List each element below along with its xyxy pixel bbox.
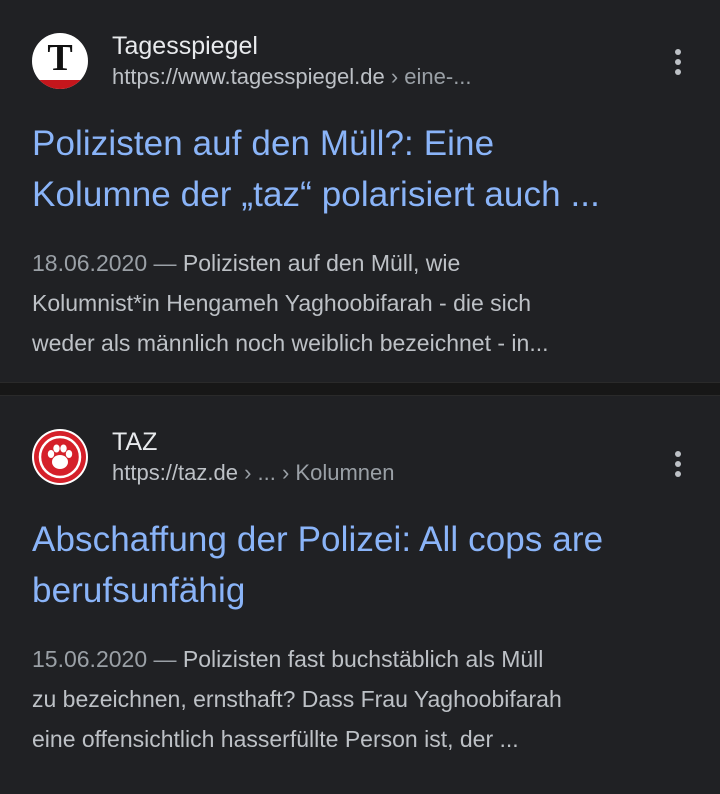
title-line: Abschaffung der Polizei: All cops are xyxy=(32,520,604,559)
result-date: 15.06.2020 xyxy=(32,646,148,672)
title-line: Polizisten auf den Müll?: Eine xyxy=(32,124,495,163)
result-date: 18.06.2020 xyxy=(32,250,148,276)
more-vertical-icon-dot xyxy=(675,471,681,477)
snippet-line: Kolumnist*in Hengameh Yaghoobifarah - di… xyxy=(32,290,532,316)
snippet-line: Polizisten fast buchstäblich als Müll xyxy=(182,646,544,672)
source-text: Tagesspiegel https://www.tagesspiegel.de… xyxy=(112,30,688,92)
snippet-line: zu bezeichnen, ernsthaft? Dass Frau Yagh… xyxy=(32,686,562,712)
more-vertical-icon-dot xyxy=(675,461,681,467)
result-divider xyxy=(0,382,720,396)
date-separator: — xyxy=(147,250,183,276)
snippet-line: weder als männlich noch weiblich bezeich… xyxy=(32,330,549,356)
result-title-link[interactable]: Abschaffung der Polizei: All cops are be… xyxy=(32,514,688,616)
url-domain: https://www.tagesspiegel.de xyxy=(112,64,385,89)
url-domain: https://taz.de xyxy=(112,460,238,485)
taz-paw-logo-icon xyxy=(32,429,88,485)
result-snippet: 18.06.2020 — Polizisten auf den Müll, wi… xyxy=(32,243,688,363)
site-name: TAZ xyxy=(112,428,158,456)
more-vertical-icon xyxy=(675,49,681,55)
snippet-line: Polizisten auf den Müll, wie xyxy=(182,250,461,276)
result-snippet: 15.06.2020 — Polizisten fast buchstäblic… xyxy=(32,639,688,759)
more-vertical-icon xyxy=(675,451,681,457)
tagesspiegel-logo-letter: T xyxy=(47,37,73,79)
result-source[interactable]: T Tagesspiegel https://www.tagesspiegel.… xyxy=(32,30,688,92)
snippet-line: eine offensichtlich hasserfüllte Person … xyxy=(32,726,519,752)
search-results: T Tagesspiegel https://www.tagesspiegel.… xyxy=(0,0,720,794)
date-separator: — xyxy=(147,646,183,672)
taz-paw-svg xyxy=(34,431,86,483)
more-options-button[interactable] xyxy=(666,444,690,484)
url-breadcrumb: › eine-... xyxy=(384,64,472,89)
title-line: Kolumne der „taz“ polarisiert auch ... xyxy=(32,175,600,214)
tagesspiegel-logo-icon: T xyxy=(32,33,88,89)
tagesspiegel-logo-bar xyxy=(32,80,88,89)
url-breadcrumb: › ... › Kolumnen xyxy=(237,460,395,485)
result-source[interactable]: TAZ https://taz.de › ... › Kolumnen xyxy=(32,426,688,488)
search-result-card: TAZ https://taz.de › ... › Kolumnen Absc… xyxy=(0,396,720,794)
site-url: https://taz.de › ... › Kolumnen xyxy=(112,458,688,488)
site-name: Tagesspiegel xyxy=(112,32,258,60)
result-title-link[interactable]: Polizisten auf den Müll?: Eine Kolumne d… xyxy=(32,118,688,220)
site-url: https://www.tagesspiegel.de › eine-... xyxy=(112,62,688,92)
more-vertical-icon-dot xyxy=(675,59,681,65)
source-text: TAZ https://taz.de › ... › Kolumnen xyxy=(112,426,688,488)
more-vertical-icon-dot xyxy=(675,69,681,75)
search-result-card: T Tagesspiegel https://www.tagesspiegel.… xyxy=(0,0,720,382)
title-line: berufsunfähig xyxy=(32,571,246,610)
more-options-button[interactable] xyxy=(666,42,690,82)
